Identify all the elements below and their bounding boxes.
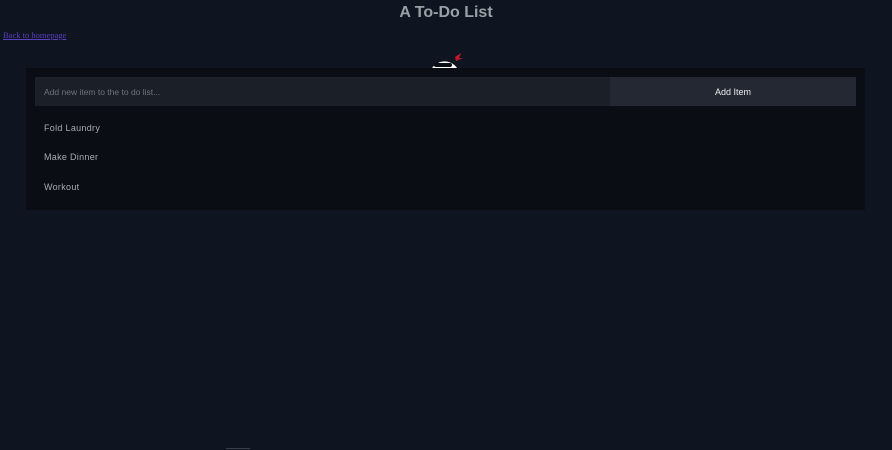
add-item-form: Add Item [35, 77, 856, 106]
add-item-button[interactable]: Add Item [610, 77, 856, 106]
todo-item[interactable]: Workout [26, 173, 865, 202]
page-title: A To-Do List [399, 4, 493, 21]
todo-item[interactable]: Make Dinner [26, 143, 865, 172]
todo-panel: Add Item Fold Laundry Make Dinner Workou… [26, 68, 865, 210]
divider [226, 448, 250, 449]
todo-list: Fold Laundry Make Dinner Workout [26, 114, 865, 202]
new-item-input[interactable] [35, 77, 610, 106]
todo-item[interactable]: Fold Laundry [26, 114, 865, 143]
back-to-homepage-link[interactable]: Back to homepage [3, 30, 66, 40]
